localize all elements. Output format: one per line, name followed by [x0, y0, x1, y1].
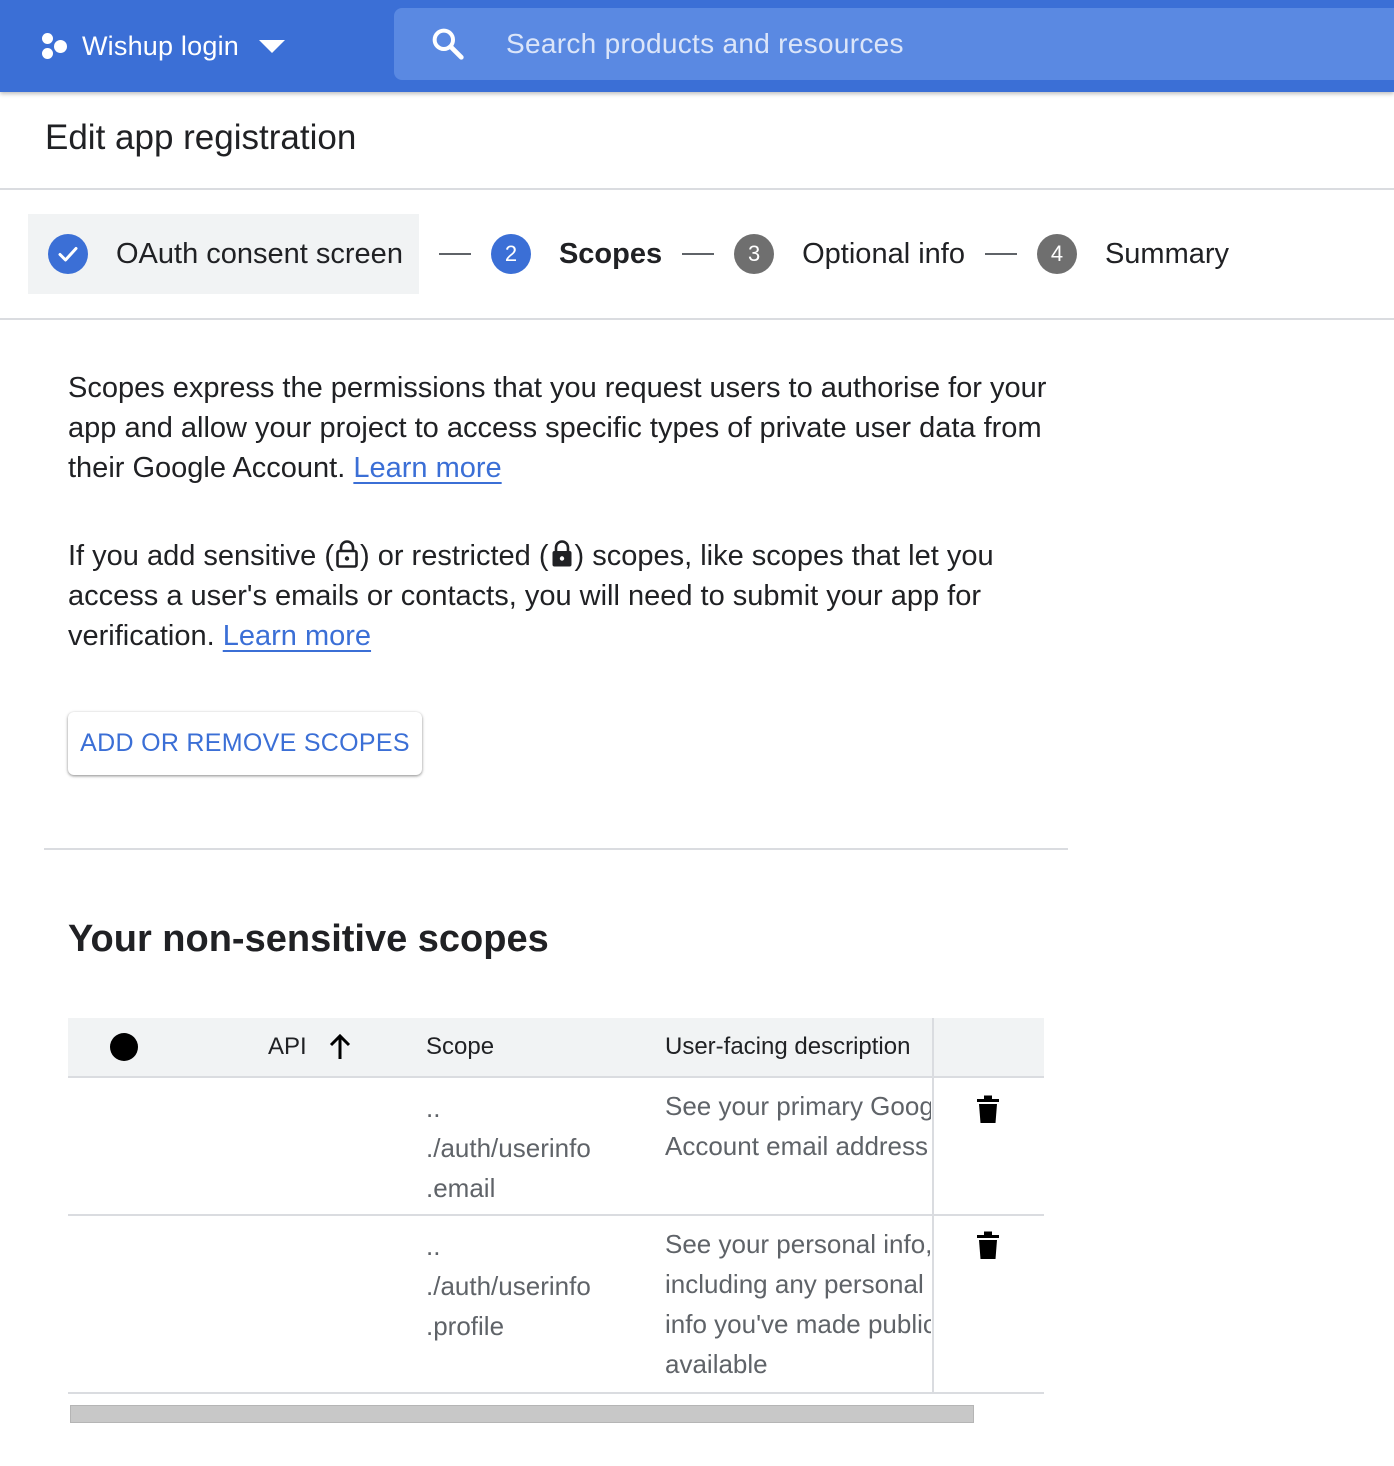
step-connector: [682, 253, 715, 255]
description-line: Account email address: [665, 1131, 929, 1161]
step-optional-info[interactable]: 3 Optional info: [734, 214, 965, 294]
table-row: .. ./auth/userinfo .email See your prima…: [68, 1078, 1044, 1216]
step-summary[interactable]: 4 Summary: [1036, 214, 1230, 294]
registration-stepper: OAuth consent screen 2 Scopes 3 Optional…: [28, 214, 1229, 294]
arrow-drop-down-icon: [258, 39, 285, 53]
step-scopes[interactable]: 2 Scopes: [490, 214, 663, 294]
project-selector[interactable]: Wishup login: [40, 22, 285, 70]
scope-line: .profile: [426, 1311, 505, 1341]
step-label: OAuth consent screen: [116, 237, 403, 270]
project-hex-icon: [40, 31, 68, 61]
step-oauth-consent-screen[interactable]: OAuth consent screen: [28, 214, 419, 294]
scope-cell: .. ./auth/userinfo .profile: [426, 1226, 591, 1346]
step-label: Summary: [1104, 237, 1230, 270]
non-sensitive-scopes-table: API Scope User-facing description .. ./a…: [68, 1018, 1044, 1394]
scope-line: .email: [426, 1173, 496, 1203]
description-line: See your personal info,: [665, 1229, 931, 1259]
column-header-api[interactable]: API: [268, 1018, 353, 1076]
divider: [0, 188, 1394, 190]
step-connector: [984, 253, 1017, 255]
trash-icon[interactable]: [975, 1094, 1001, 1124]
step-number: 2: [490, 234, 531, 274]
scope-line: ..: [426, 1231, 441, 1261]
table-header: API Scope User-facing description: [68, 1018, 1044, 1078]
select-all-indicator[interactable]: [110, 1018, 138, 1076]
circle-indicator-icon: [110, 1033, 138, 1061]
description-cell: See your personal info, including any pe…: [665, 1224, 931, 1384]
description-cell: See your primary Googl Account email add…: [665, 1086, 931, 1166]
learn-more-link[interactable]: Learn more: [223, 620, 371, 652]
page-title: Edit app registration: [45, 118, 357, 157]
intro-text: If you add sensitive (: [68, 540, 334, 572]
search-icon[interactable]: [428, 24, 468, 64]
section-title: Your non-sensitive scopes: [68, 918, 549, 960]
step-number: 4: [1036, 234, 1077, 274]
arrow-up-icon: [329, 1033, 350, 1059]
step-label: Scopes: [558, 237, 663, 270]
search-bar[interactable]: [394, 8, 1394, 80]
intro-text: Scopes express the permissions that you …: [68, 372, 1047, 484]
scope-line: ./auth/userinfo: [426, 1271, 591, 1301]
intro-text: ) or restricted (: [359, 540, 549, 572]
add-or-remove-scopes-button[interactable]: ADD OR REMOVE SCOPES: [68, 712, 422, 775]
sensitive-scopes-text: If you add sensitive () or restricted ()…: [68, 536, 1058, 656]
scopes-intro-text: Scopes express the permissions that you …: [68, 368, 1058, 488]
horizontal-scrollbar[interactable]: [70, 1405, 974, 1423]
scope-line: ..: [426, 1093, 441, 1123]
column-label: API: [268, 1033, 307, 1060]
column-header-description: User-facing description: [665, 1033, 911, 1060]
description-line: See your primary Googl: [665, 1091, 931, 1121]
scope-line: ./auth/userinfo: [426, 1133, 591, 1163]
description-line: available: [665, 1349, 768, 1379]
search-input[interactable]: [506, 14, 1394, 74]
project-name: Wishup login: [82, 30, 239, 61]
lock-outline-icon: [336, 540, 358, 568]
description-line: info you've made public: [665, 1309, 931, 1339]
column-header-scope: Scope: [426, 1033, 495, 1060]
divider: [44, 848, 1068, 850]
check-circle-icon: [48, 234, 88, 274]
step-number: 3: [734, 234, 775, 274]
step-label: Optional info: [802, 237, 965, 270]
step-connector: [438, 253, 471, 255]
description-line: including any personal: [665, 1269, 924, 1299]
scope-cell: .. ./auth/userinfo .email: [426, 1088, 591, 1208]
divider: [0, 318, 1394, 320]
trash-icon[interactable]: [975, 1230, 1001, 1260]
top-app-bar: Wishup login: [0, 0, 1394, 92]
learn-more-link[interactable]: Learn more: [353, 452, 501, 484]
lock-icon: [552, 540, 572, 567]
table-row: .. ./auth/userinfo .profile See your per…: [68, 1216, 1044, 1394]
